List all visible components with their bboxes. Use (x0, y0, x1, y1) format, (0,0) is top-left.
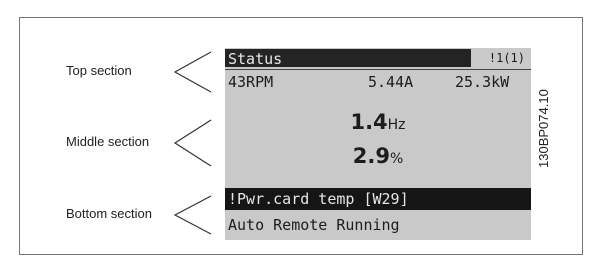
frequency-unit: Hz (387, 117, 406, 133)
status-icons: !1(1) (488, 51, 525, 65)
frequency-readout: 1.4Hz (225, 110, 531, 134)
document-id: 130BP074.10 (536, 89, 551, 168)
bottom-section-pointer (173, 195, 212, 235)
warning-line: !Pwr.card temp [W29] (225, 188, 531, 210)
status-title: Status (225, 49, 471, 68)
metrics-row: 43RPM 5.44A 25.3kW (225, 72, 531, 92)
percent-readout: 2.9% (225, 144, 531, 168)
lcp-display: Status !1(1) 43RPM 5.44A 25.3kW 1.4Hz 2.… (225, 48, 531, 240)
frequency-value: 1.4 (350, 110, 388, 134)
power-readout: 25.3kW (455, 73, 510, 91)
status-bar: Status !1(1) (225, 48, 531, 68)
middle-section-pointer (173, 119, 212, 167)
mode-status-line: Auto Remote Running (228, 216, 400, 234)
speed-readout: 43RPM (228, 73, 274, 91)
percent-unit: % (389, 151, 404, 167)
top-section-pointer (173, 51, 212, 93)
percent-value: 2.9 (352, 144, 390, 168)
status-separator (225, 69, 531, 70)
current-readout: 5.44A (368, 73, 414, 91)
